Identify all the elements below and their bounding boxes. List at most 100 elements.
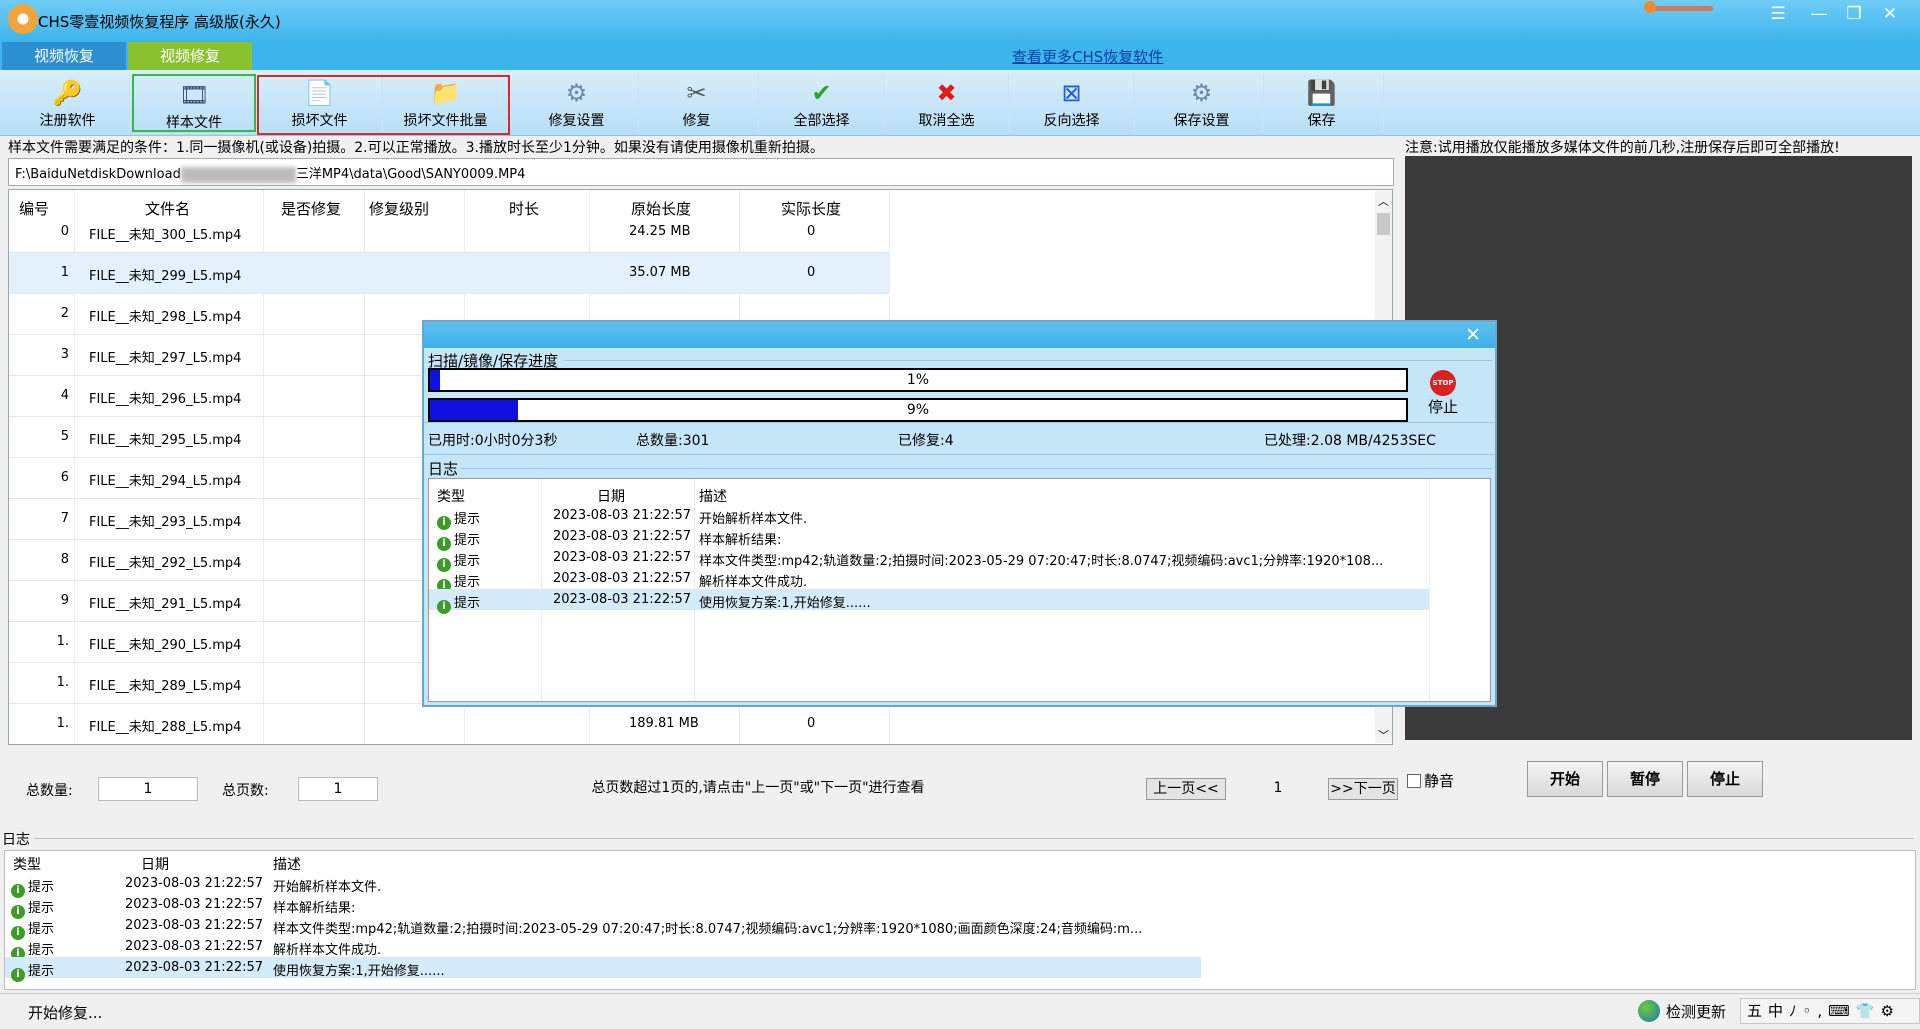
dialog-stop-button[interactable]: STOP 停止 [1428, 370, 1458, 417]
batch-file-icon: 📁 [430, 79, 461, 107]
toolbar-label: 样本文件 [166, 115, 222, 131]
mute-checkbox[interactable]: 静音 [1407, 770, 1454, 791]
check-update-button[interactable]: 检测更新 [1638, 1000, 1726, 1022]
log-row[interactable]: i 提示 2023-08-03 21:22:57 解析样本文件成功. [5, 936, 1201, 961]
tools-icon: ✂ [686, 79, 707, 107]
log-type-text: 提示 [454, 596, 481, 611]
total-count: 1 [98, 777, 198, 801]
cell-name: FILE__未知_298_L5.mp4 [89, 310, 242, 325]
cell-name: FILE__未知_294_L5.mp4 [89, 474, 242, 489]
cell-id: 1. [56, 634, 69, 649]
invert-selection-button[interactable]: ⊠ 反向选择 [1010, 74, 1134, 132]
sample-path-field[interactable]: F:\BaiduNetdiskDownload 三洋MP4\data\Good\S… [8, 158, 1394, 186]
play-stop-button[interactable]: 停止 [1687, 761, 1763, 797]
more-software-link[interactable]: 查看更多CHS恢复软件 [1012, 46, 1163, 67]
tab-bar: 视频恢复 视频修复 查看更多CHS恢复软件 [0, 42, 1920, 70]
minimize-icon[interactable]: — [1805, 2, 1833, 26]
scroll-down-icon[interactable]: ﹀ [1378, 727, 1389, 743]
opacity-slider-track[interactable] [1647, 6, 1713, 11]
log-desc: 样本文件类型:mp42;轨道数量:2;拍摄时间:2023-05-29 07:20… [273, 922, 1143, 937]
uncheck-icon: ✖ [936, 79, 957, 107]
log-row[interactable]: i 提示 2023-08-03 21:22:57 使用恢复方案:1,开始修复.....… [5, 957, 1201, 982]
opacity-slider-knob[interactable] [1644, 1, 1656, 13]
register-button[interactable]: 🔑 注册软件 [6, 74, 130, 132]
toolbar-label: 注册软件 [39, 113, 96, 129]
scroll-thumb[interactable] [1377, 213, 1390, 235]
page-number[interactable]: 1 [1228, 777, 1328, 801]
save-settings-button[interactable]: ⚙ 保存设置 [1140, 74, 1264, 132]
app-logo-icon [8, 4, 38, 34]
log-desc: 样本文件类型:mp42;轨道数量:2;拍摄时间:2023-05-29 07:20… [699, 554, 1384, 569]
total-files: 总数量:301 [636, 433, 710, 449]
sample-file-button[interactable]: 🎞 样本文件 [132, 74, 256, 132]
repair-button[interactable]: ✂ 修复 [635, 74, 759, 132]
log-row[interactable]: i 提示 2023-08-03 21:22:57 样本文件类型:mp42;轨道数量:2… [429, 547, 1429, 572]
log-type-text: 提示 [28, 901, 55, 916]
section-divider [460, 468, 1492, 469]
tab-video-recovery[interactable]: 视频恢复 [2, 42, 126, 70]
elapsed-time: 已用时:0小时0分3秒 [428, 433, 558, 449]
play-start-button[interactable]: 开始 [1527, 761, 1603, 797]
table-row[interactable]: 1. FILE__未知_288_L5.mp4 189.81 MB 0 [9, 704, 889, 744]
dialog-title-bar: ✕ [424, 322, 1495, 348]
log-row[interactable]: i 提示 2023-08-03 21:22:57 样本文件类型:mp42;轨道数量:2… [5, 915, 1201, 940]
cell-name: FILE__未知_297_L5.mp4 [89, 351, 242, 366]
table-row[interactable]: 1 FILE__未知_299_L5.mp4 35.07 MB 0 [9, 253, 889, 294]
toolbar-label: 反向选择 [1043, 113, 1100, 129]
deselect-all-button[interactable]: ✖ 取消全选 [885, 74, 1009, 132]
select-all-button[interactable]: ✔ 全部选择 [760, 74, 884, 132]
invert-icon: ⊠ [1061, 79, 1082, 107]
save-button[interactable]: 💾 保存 [1260, 74, 1384, 132]
close-icon[interactable]: ✕ [1876, 2, 1904, 26]
log-row[interactable]: i 提示 2023-08-03 21:22:57 开始解析样本文件. [429, 505, 1429, 530]
stop-icon: STOP [1430, 370, 1456, 396]
damaged-batch-button[interactable]: 📁 损坏文件批量 [384, 74, 508, 132]
log-type-text: 提示 [28, 943, 55, 958]
ime-toolbar[interactable]: 五中ﾉ◦,⌨👕⚙ [1740, 998, 1920, 1024]
toolbar-label: 全部选择 [793, 113, 850, 129]
repaired-count: 已修复:4 [898, 433, 954, 449]
status-text: 开始修复... [28, 1004, 103, 1022]
dialog-log-col-header[interactable]: 描述 [699, 486, 727, 506]
play-pause-button[interactable]: 暂停 [1607, 761, 1683, 797]
log-type-text: 提示 [28, 922, 55, 937]
repair-settings-button[interactable]: ⚙ 修复设置 [515, 74, 639, 132]
log-type: i 提示 [437, 592, 480, 614]
cell-id: 5 [60, 429, 69, 444]
log-desc: 样本解析结果: [699, 533, 782, 548]
scroll-up-icon[interactable]: ︿ [1378, 193, 1389, 209]
trial-notice: 注意:试用播放仅能播放多媒体文件的前几秒,注册保存后即可全部播放! [1405, 140, 1840, 156]
log-col-header[interactable]: 日期 [141, 854, 169, 874]
log-row[interactable]: i 提示 2023-08-03 21:22:57 样本解析结果: [429, 526, 1429, 551]
toolbar-label: 修复设置 [548, 113, 605, 129]
prev-page-button[interactable]: 上一页<< [1146, 778, 1226, 800]
next-page-button[interactable]: >>下一页 [1328, 778, 1398, 800]
damaged-file-button[interactable]: 📄 损坏文件 [258, 74, 382, 132]
menu-icon[interactable]: ☰ [1764, 2, 1792, 26]
log-type-text: 提示 [454, 554, 481, 569]
log-divider [34, 838, 1914, 839]
section-divider [424, 422, 1495, 423]
log-col-header[interactable]: 描述 [273, 854, 301, 874]
pager: 总数量: 1 总页数: 1 总页数超过1页的,请点击"上一页"或"下一页"进行查… [8, 776, 1398, 802]
film-icon: 🎞 [179, 81, 210, 109]
maximize-icon[interactable]: ❐ [1840, 2, 1868, 26]
checkbox-box[interactable] [1407, 774, 1421, 788]
dialog-close-icon[interactable]: ✕ [1465, 324, 1481, 346]
log-row[interactable]: i 提示 2023-08-03 21:22:57 使用恢复方案:1,开始修复.....… [429, 589, 1429, 614]
broken-file-icon: 📄 [304, 79, 335, 107]
dialog-log-col-header[interactable]: 类型 [437, 486, 465, 506]
table-row[interactable]: 0 FILE__未知_300_L5.mp4 24.25 MB 0 [9, 212, 889, 253]
log-row[interactable]: i 提示 2023-08-03 21:22:57 开始解析样本文件. [5, 873, 1201, 898]
cell-id: 1. [56, 675, 69, 690]
log-col-header[interactable]: 类型 [13, 854, 41, 874]
section-divider [424, 454, 1495, 455]
dialog-log-col-header[interactable]: 日期 [597, 486, 625, 506]
cell-name: FILE__未知_293_L5.mp4 [89, 515, 242, 530]
progress-text-2: 9% [906, 402, 930, 418]
log-row[interactable]: i 提示 2023-08-03 21:22:57 解析样本文件成功. [429, 568, 1429, 593]
log-row[interactable]: i 提示 2023-08-03 21:22:57 样本解析结果: [5, 894, 1201, 919]
tab-video-repair[interactable]: 视频修复 [128, 42, 252, 70]
log-date: 2023-08-03 21:22:57 [125, 960, 264, 975]
progress-bar-2: 9% [428, 398, 1408, 422]
